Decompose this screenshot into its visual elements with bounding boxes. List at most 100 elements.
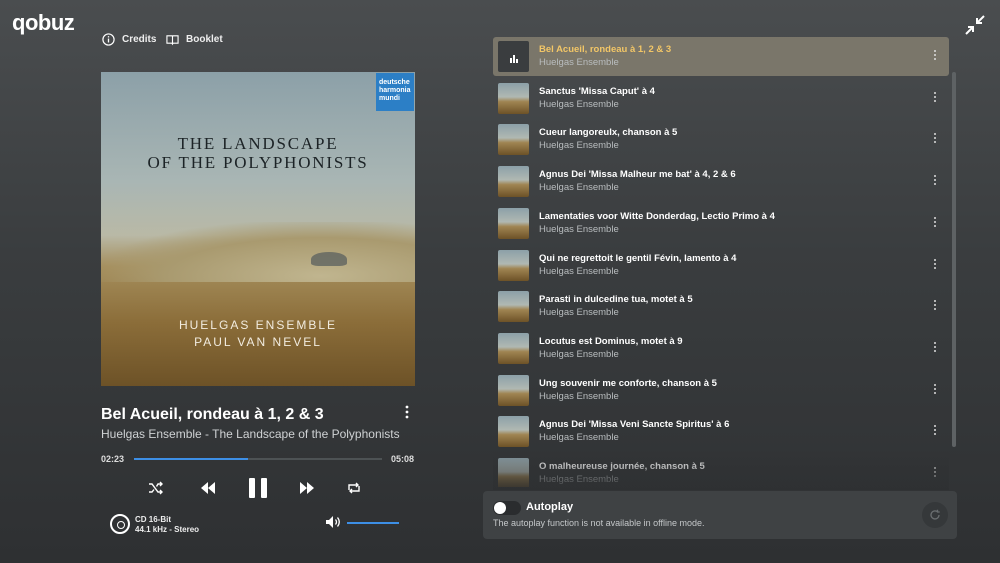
queue-item-title: O malheureuse journée, chanson à 5 [539, 461, 705, 472]
more-options-icon[interactable] [932, 383, 938, 398]
cover-trees [311, 252, 347, 266]
now-playing-thumbnail [498, 41, 529, 72]
queue-item[interactable]: Cueur langoreulx, chanson à 5 Huelgas Ens… [493, 120, 949, 159]
autoplay-title: Autoplay [526, 501, 574, 513]
label-line: mundi [379, 95, 400, 102]
more-options-icon[interactable] [932, 300, 938, 314]
progress-fill [134, 458, 249, 460]
queue-item[interactable]: Agnus Dei 'Missa Veni Sancte Spiritus' à… [493, 412, 949, 451]
repeat-button[interactable] [344, 476, 364, 500]
autoplay-panel: Autoplay The autoplay function is not av… [483, 491, 957, 539]
quality-format: CD 16-Bit [135, 515, 172, 524]
queue-scrollbar[interactable] [952, 72, 956, 447]
cover-title-line2: OF THE POLYPHONISTS [147, 153, 369, 172]
label-line: harmonia [379, 87, 411, 94]
queue-item-title: Qui ne regrettoit le gentil Févin, lamen… [539, 252, 737, 264]
track-thumbnail [498, 166, 529, 198]
more-options-icon[interactable] [932, 341, 938, 356]
track-thumbnail [498, 458, 529, 487]
cover-hills [101, 222, 415, 282]
previous-button[interactable] [198, 476, 218, 500]
total-time: 05:08 [391, 454, 415, 464]
booklet-label: Booklet [186, 34, 223, 45]
queue-item-title: Locutus est Dominus, motet à 9 [539, 335, 683, 347]
refresh-icon [930, 509, 940, 520]
queue-item-title: Lamentaties voor Witte Donderdag, Lectio… [539, 210, 775, 222]
album-cover: deutsche harmonia mundi THE LANDSCAPE OF… [101, 72, 415, 386]
volume-icon[interactable] [325, 515, 341, 529]
pause-icon [249, 478, 267, 498]
info-icon [102, 33, 115, 46]
cover-artist-line1: HUELGAS ENSEMBLE [178, 318, 338, 332]
queue-item-artist: Huelgas Ensemble [539, 140, 619, 152]
cd-quality-icon [110, 514, 130, 534]
play-queue: Bel Acueil, rondeau à 1, 2 & 3 Huelgas En… [493, 37, 949, 487]
record-label-logo: deutsche harmonia mundi [376, 73, 414, 111]
queue-item[interactable]: Qui ne regrettoit le gentil Févin, lamen… [493, 246, 949, 285]
credits-label: Credits [122, 34, 157, 45]
autoplay-refresh-button[interactable] [922, 502, 948, 528]
track-thumbnail [498, 207, 529, 239]
booklet-button[interactable]: Booklet [166, 33, 223, 46]
queue-item-title: Cueur langoreulx, chanson à 5 [539, 127, 678, 139]
volume-slider[interactable] [347, 522, 399, 524]
autoplay-toggle[interactable] [493, 501, 521, 515]
repeat-icon [348, 482, 360, 494]
queue-item-artist: Huelgas Ensemble [539, 390, 619, 402]
volume-fill [347, 522, 399, 524]
queue-item-title: Agnus Dei 'Missa Veni Sancte Spiritus' à… [539, 419, 730, 431]
track-thumbnail [498, 291, 529, 323]
book-icon [166, 35, 179, 46]
queue-item-title: Parasti in dulcedine tua, motet à 5 [539, 294, 693, 306]
queue-item[interactable]: Sanctus 'Missa Caput' à 4 Huelgas Ensembl… [493, 79, 949, 118]
queue-item-artist: Huelgas Ensemble [539, 432, 619, 444]
label-line: deutsche [379, 79, 410, 86]
track-thumbnail [498, 249, 529, 281]
track-subtitle[interactable]: Huelgas Ensemble - The Landscape of the … [101, 427, 400, 441]
track-thumbnail [498, 82, 529, 114]
queue-item-artist: Huelgas Ensemble [539, 474, 619, 485]
toggle-knob [494, 502, 506, 514]
more-options-icon[interactable] [932, 216, 938, 231]
shuffle-button[interactable] [146, 476, 166, 500]
more-options-icon[interactable] [932, 175, 938, 189]
queue-item-artist: Huelgas Ensemble [539, 348, 619, 360]
more-options-icon[interactable] [932, 50, 938, 64]
queue-item[interactable]: Bel Acueil, rondeau à 1, 2 & 3 Huelgas En… [493, 37, 949, 76]
more-options-icon[interactable] [932, 467, 938, 481]
queue-item[interactable]: Agnus Dei 'Missa Malheur me bat' à 4, 2 … [493, 162, 949, 201]
queue-item-artist: Huelgas Ensemble [539, 182, 619, 194]
queue-item[interactable]: Lamentaties voor Witte Donderdag, Lectio… [493, 204, 949, 243]
minimize-icon[interactable] [964, 14, 986, 36]
more-options-icon[interactable] [932, 91, 938, 106]
next-button[interactable] [297, 476, 317, 500]
queue-item-title: Ung souvenir me conforte, chanson à 5 [539, 377, 717, 389]
queue-item-artist: Huelgas Ensemble [539, 265, 619, 277]
shuffle-icon [149, 481, 163, 495]
queue-item[interactable]: O malheureuse journée, chanson à 5 Huelga… [493, 454, 949, 487]
queue-item-artist: Huelgas Ensemble [539, 223, 619, 235]
more-options-icon[interactable] [932, 133, 938, 147]
track-title: Bel Acueil, rondeau à 1, 2 & 3 [101, 406, 324, 423]
queue-item-artist: Huelgas Ensemble [539, 307, 619, 319]
track-thumbnail [498, 124, 529, 156]
queue-item-artist: Huelgas Ensemble [539, 98, 619, 110]
qobuz-logo[interactable]: qobuz [12, 10, 75, 36]
queue-item-title: Agnus Dei 'Missa Malheur me bat' à 4, 2 … [539, 169, 736, 181]
credits-button[interactable]: Credits [102, 33, 156, 46]
progress-bar[interactable] [134, 458, 382, 460]
cover-artist-line2: PAUL VAN NEVEL [194, 335, 322, 349]
queue-item[interactable]: Parasti in dulcedine tua, motet à 5 Huelg… [493, 287, 949, 326]
more-options-icon[interactable] [932, 258, 938, 273]
cover-title-line1: THE LANDSCAPE [177, 134, 339, 153]
elapsed-time: 02:23 [101, 454, 125, 464]
track-thumbnail [498, 416, 529, 448]
rewind-icon [201, 482, 215, 494]
queue-item[interactable]: Ung souvenir me conforte, chanson à 5 Hue… [493, 371, 949, 410]
more-options-icon[interactable] [400, 404, 414, 420]
more-options-icon[interactable] [932, 425, 938, 439]
quality-details: 44.1 kHz - Stereo [135, 525, 200, 534]
equalizer-icon [510, 55, 518, 63]
queue-item[interactable]: Locutus est Dominus, motet à 9 Huelgas En… [493, 329, 949, 368]
pause-button[interactable] [245, 476, 271, 500]
